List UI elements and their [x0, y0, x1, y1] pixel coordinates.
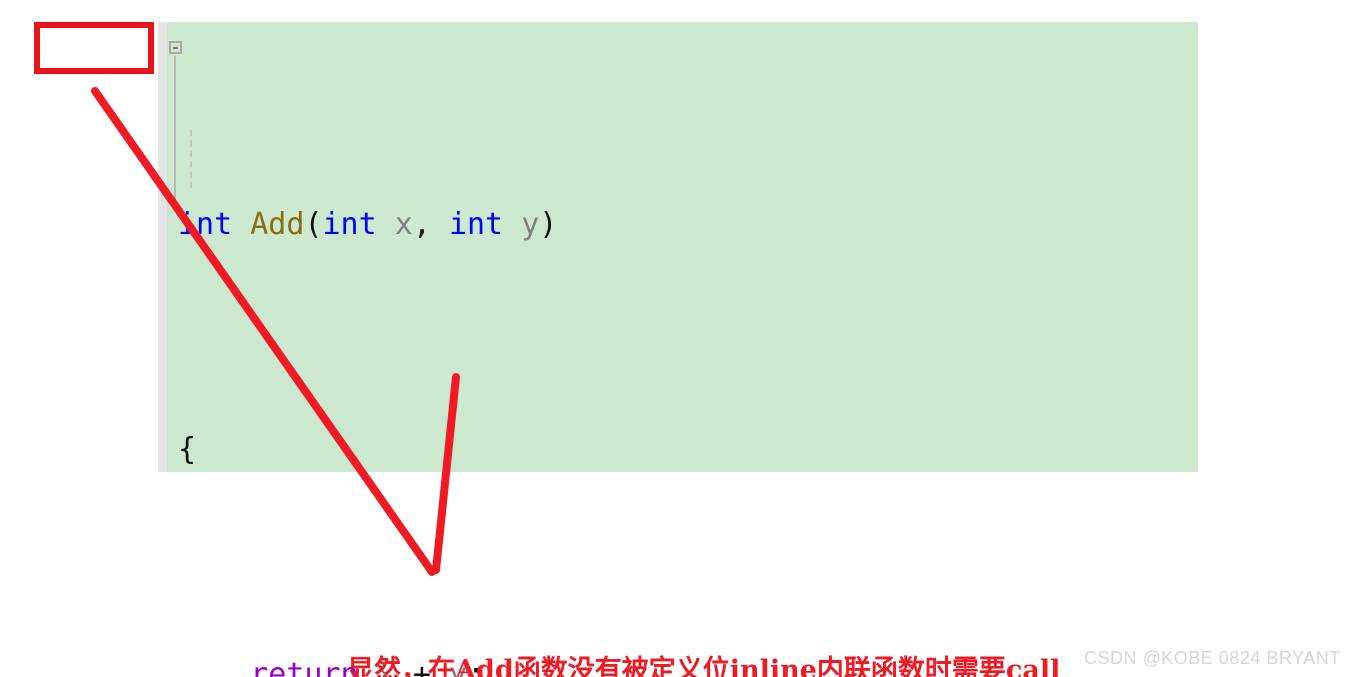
fold-region-line — [174, 56, 176, 206]
token-keyword-int: int — [178, 207, 251, 242]
token-open-brace: { — [178, 432, 197, 467]
code-line-signature[interactable]: int Add(int x, int y) — [178, 202, 966, 247]
code-editor-panel[interactable]: int Add(int x, int y) { return x + y; } … — [158, 22, 1198, 677]
token-keyword-int-x: int — [322, 207, 395, 242]
token-function-add: Add — [250, 207, 305, 242]
editor-gutter — [158, 22, 167, 472]
empty-red-highlight-box — [34, 22, 154, 74]
token-keyword-return: return — [250, 657, 359, 677]
token-paren-open: ( — [304, 207, 323, 242]
screenshot-root: int Add(int x, int y) { return x + y; } … — [0, 0, 1372, 677]
code-line-open-brace[interactable]: { — [178, 427, 966, 472]
token-param-y: y — [521, 207, 540, 242]
token-paren-close: ) — [539, 207, 558, 242]
code-lines: int Add(int x, int y) { return x + y; } … — [178, 22, 966, 677]
csdn-watermark: CSDN @KOBE 0824 BRYANT — [1084, 648, 1341, 668]
token-param-x: x — [394, 207, 413, 242]
token-keyword-int-y: int — [448, 207, 522, 242]
token-comma: , — [412, 207, 449, 242]
